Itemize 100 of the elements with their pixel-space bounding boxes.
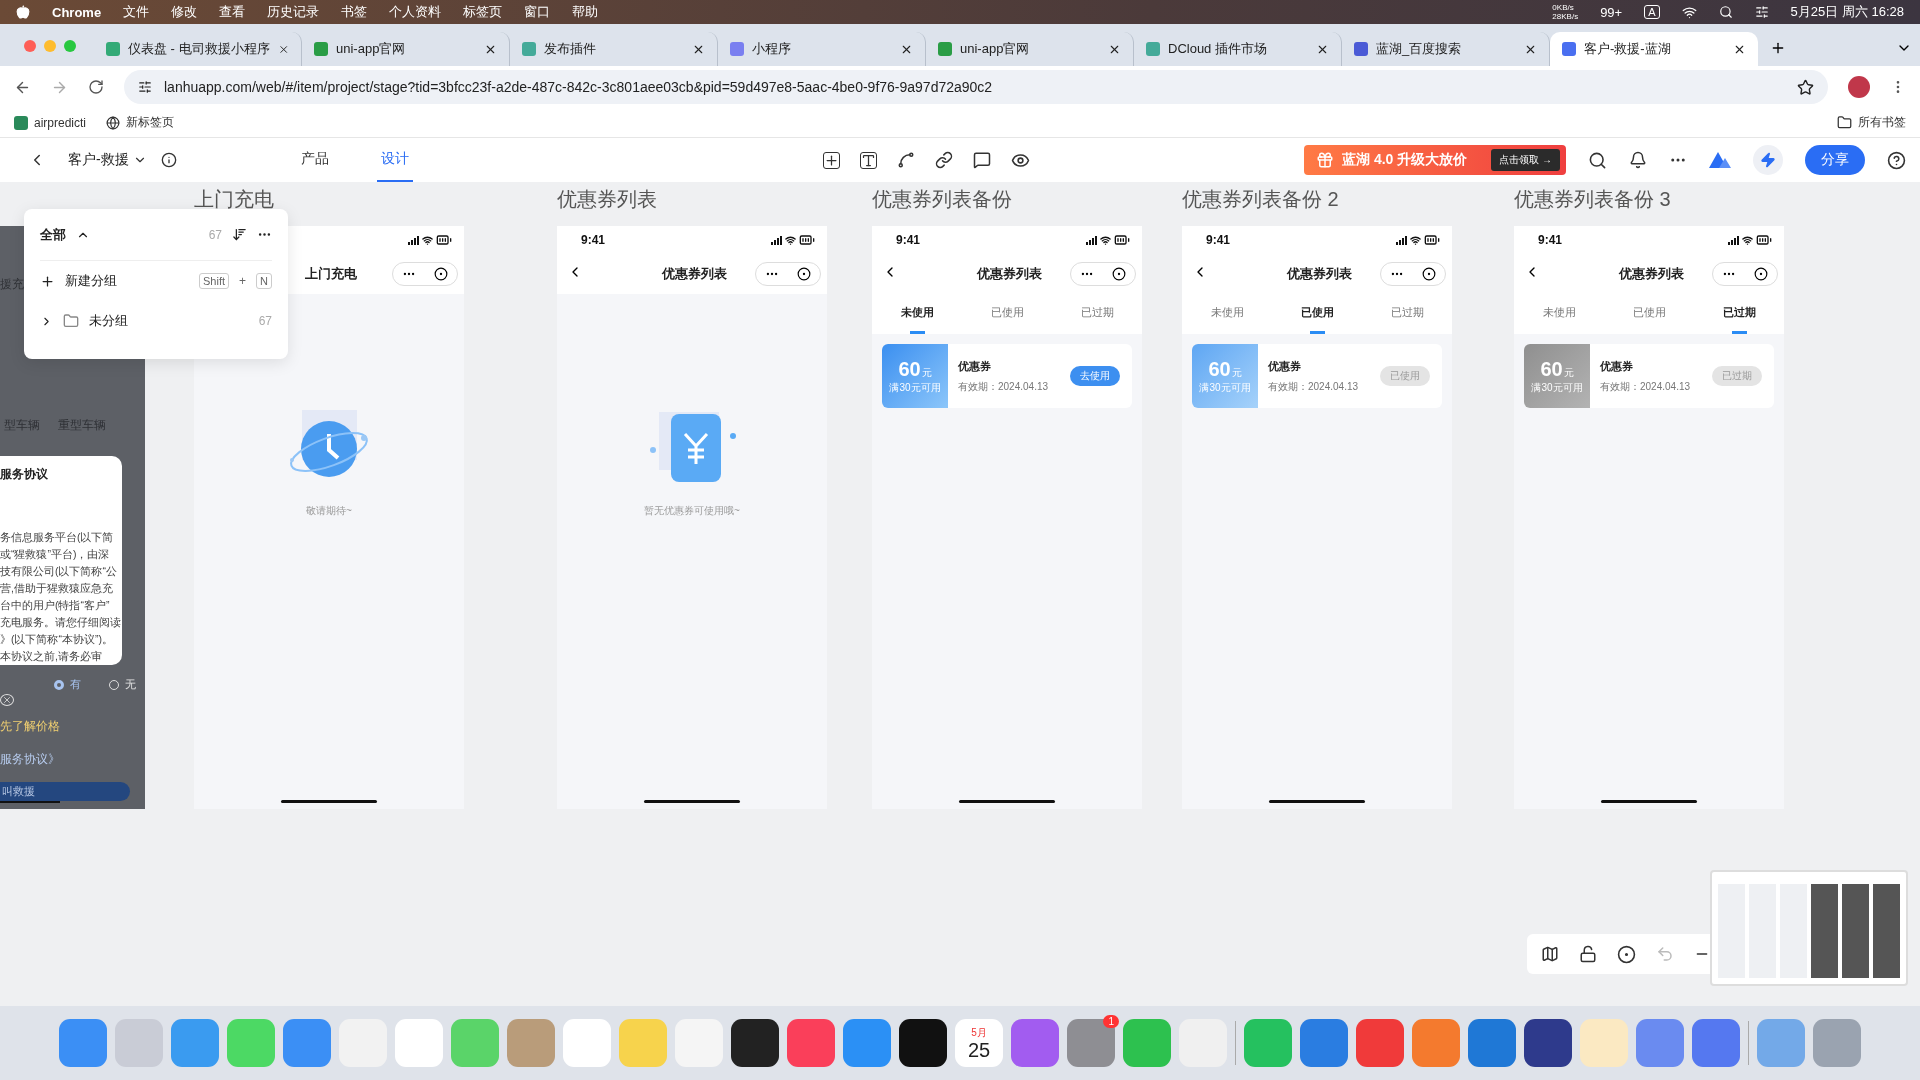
menu-app-name[interactable]: Chrome (52, 4, 102, 20)
coupon-tab[interactable]: 已过期 (1074, 294, 1120, 334)
comment-icon[interactable] (972, 151, 991, 169)
menu-item[interactable]: 查看 (219, 3, 246, 21)
claim-button[interactable]: 点击领取 → (1491, 149, 1560, 171)
wifi-icon[interactable] (1681, 4, 1697, 20)
menu-item[interactable]: 窗口 (524, 3, 551, 21)
status-time: 9:41 (1538, 233, 1563, 247)
sort-icon[interactable] (232, 227, 247, 242)
wechat-notification-count[interactable]: 99+ (1600, 4, 1623, 20)
signal-icon (1086, 235, 1097, 245)
phone-artboard[interactable]: 9:41 优惠券列表 暂无优惠券可使用哦~ (557, 226, 827, 809)
search-icon[interactable] (1718, 5, 1733, 19)
link-icon[interactable] (934, 151, 953, 169)
shortcut-plus: + (239, 274, 247, 288)
folder-icon (63, 313, 79, 329)
folder-icon (1837, 115, 1852, 130)
promo-banner[interactable]: 蓝湖 4.0 升级大放价 点击领取 → (1304, 145, 1566, 175)
target-icon[interactable] (434, 267, 448, 281)
coupon-tab[interactable]: 已使用 (1626, 294, 1672, 334)
new-tab-icon[interactable] (1770, 40, 1786, 56)
menu-item[interactable]: 个人资料 (389, 3, 442, 21)
coupon-tab[interactable]: 已使用 (984, 294, 1030, 334)
new-group-item[interactable]: 新建分组 (65, 272, 117, 290)
coupon-tab[interactable]: 未使用 (1204, 294, 1250, 334)
menu-item[interactable]: 书签 (341, 3, 368, 21)
app-icon[interactable] (1524, 1019, 1572, 1067)
address-bar[interactable]: lanhuapp.com/web/#/item/project/stage?tid=3bfcc23f-a2de-487c-842c-3c801aee03cb&pid=59d497e8-5aac-4be0-9f76-9a97d72a90c2 (124, 70, 1828, 104)
artboard-title[interactable]: 优惠券列表备份 2 (1182, 186, 1339, 213)
map-icon[interactable] (1541, 945, 1559, 963)
apple-icon[interactable] (16, 5, 30, 19)
info-icon[interactable] (160, 152, 177, 168)
shortcut-key: Shift (199, 273, 230, 289)
group-item[interactable]: 未分组 (89, 312, 128, 330)
input-method[interactable]: A (1644, 5, 1660, 19)
path-icon[interactable] (896, 151, 915, 169)
panel-title[interactable]: 全部 (40, 225, 66, 244)
text-icon[interactable] (859, 151, 877, 169)
mountain-logo-icon[interactable] (1709, 152, 1731, 168)
plus-icon[interactable] (40, 273, 55, 289)
favicon-icon (106, 42, 120, 56)
radio-option[interactable]: 有 (54, 677, 81, 692)
artboard-title[interactable]: 上门充电 (194, 186, 274, 213)
call-rescue-button[interactable]: 叫救援 (0, 782, 130, 802)
coupon-tab[interactable]: 未使用 (894, 294, 940, 334)
search-icon[interactable] (1588, 150, 1607, 170)
capsule-button[interactable] (755, 262, 821, 286)
browser-tab[interactable]: 客户-救援-蓝湖 (1550, 32, 1758, 66)
capsule-button[interactable] (1712, 262, 1778, 286)
coupon-tab[interactable]: 未使用 (1536, 294, 1582, 334)
menu-item[interactable]: 修改 (171, 3, 198, 21)
capsule-button[interactable] (392, 262, 458, 286)
target-icon[interactable] (1112, 267, 1126, 281)
minimap-thumbnail[interactable] (1710, 870, 1908, 986)
all-bookmarks[interactable]: 所有书签 (1858, 114, 1906, 131)
menu-item[interactable]: 文件 (123, 3, 150, 21)
target-icon[interactable] (1422, 267, 1436, 281)
radio-option[interactable]: 无 (109, 677, 136, 692)
phone-artboard[interactable]: 9:41 优惠券列表 未使用 已使用 已过期 60元 满30元可用 优惠券 有效期：2024.04.13 已使用 (1182, 226, 1452, 809)
phone-artboard[interactable]: 9:41 优惠券列表 未使用 已使用 已过期 60元 满30元可用 优惠券 有效期：2024.04.13 已过期 (1514, 226, 1784, 809)
coupon-value: 60元 满30元可用 (1192, 344, 1258, 408)
menu-item[interactable]: 历史记录 (267, 3, 320, 21)
lightning-icon[interactable] (1753, 145, 1783, 175)
reload-icon[interactable] (88, 79, 104, 95)
profile-avatar[interactable] (1848, 76, 1870, 98)
artboard-title[interactable]: 优惠券列表 (557, 186, 657, 213)
add-icon[interactable] (822, 151, 840, 169)
menu-clock[interactable]: 5月25日 周六 16:28 (1790, 3, 1904, 21)
empty-message: 敬请期待~ (306, 504, 352, 518)
target-icon[interactable] (797, 267, 811, 281)
capsule-button[interactable] (1380, 262, 1446, 286)
coupon-tab[interactable]: 已使用 (1294, 294, 1340, 334)
artboard-title[interactable]: 优惠券列表备份 (872, 186, 1012, 213)
help-icon[interactable] (1887, 150, 1906, 170)
calendar-icon[interactable]: 5月 25 (955, 1019, 1003, 1067)
menu-item[interactable]: 标签页 (463, 3, 503, 21)
share-button[interactable]: 分享 (1805, 145, 1865, 175)
project-selector[interactable]: 客户-救援 (68, 151, 129, 169)
menu-item[interactable]: 帮助 (572, 3, 599, 21)
star-icon[interactable] (1797, 78, 1814, 96)
coupon-tab[interactable]: 已过期 (1716, 294, 1762, 334)
bookmark[interactable]: airpredicti (34, 115, 87, 130)
site-settings-icon[interactable] (138, 80, 152, 94)
record-icon[interactable] (1617, 944, 1636, 964)
control-center-icon[interactable] (1754, 5, 1769, 19)
nav-title: 优惠券列表 (976, 265, 1042, 283)
dialog-title: 服务协议 (0, 466, 48, 483)
bell-icon[interactable] (1629, 151, 1647, 169)
app-icon[interactable] (731, 1019, 779, 1067)
artboard-title[interactable]: 优惠券列表备份 3 (1514, 186, 1671, 213)
phone-artboard[interactable]: 9:41 优惠券列表 未使用 已使用 已过期 60元 满30元可用 优惠券 有效期：2024.04.13 去使用 (872, 226, 1142, 809)
capsule-button[interactable] (1070, 262, 1136, 286)
coupon-tab[interactable]: 已过期 (1384, 294, 1430, 334)
app-icon[interactable] (899, 1019, 947, 1067)
target-icon[interactable] (1754, 267, 1768, 281)
unlock-icon[interactable] (1579, 945, 1597, 963)
agreement-link[interactable]: 服务协议》 (0, 751, 60, 768)
favicon-icon (730, 42, 744, 56)
bookmark[interactable]: 新标签页 (126, 114, 175, 131)
mode-tab[interactable]: 产品 (296, 138, 333, 182)
